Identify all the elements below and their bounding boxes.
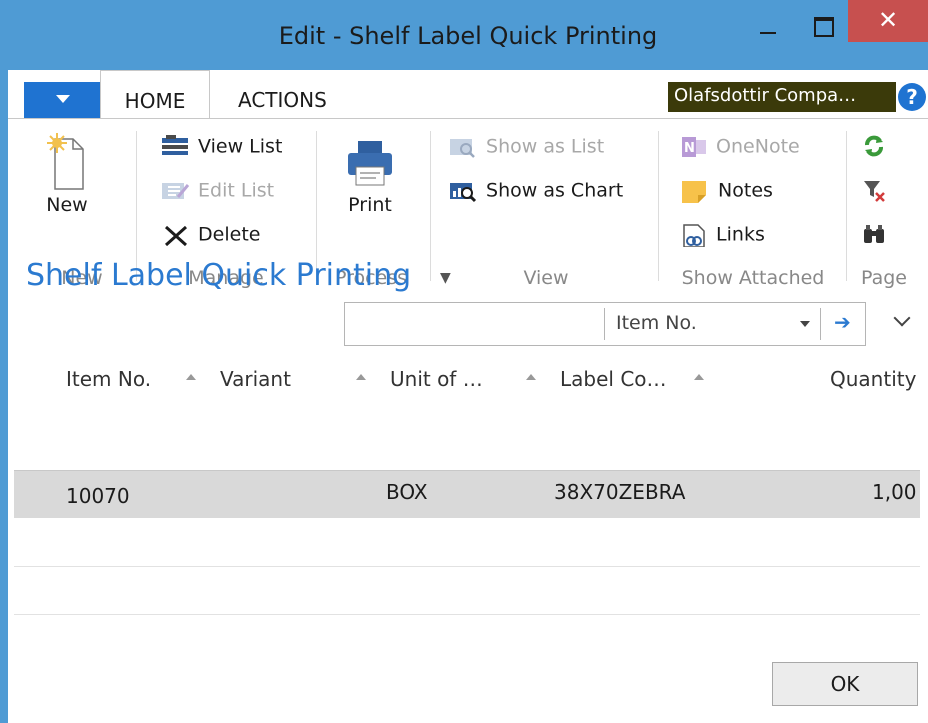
- clear-filter-button[interactable]: [862, 177, 886, 203]
- tab-home[interactable]: HOME: [100, 70, 210, 118]
- help-icon[interactable]: ?: [898, 83, 926, 111]
- column-header-variant[interactable]: Variant: [220, 367, 291, 391]
- search-input[interactable]: [344, 302, 866, 346]
- show-as-chart-icon: [450, 183, 477, 203]
- cell-quantity[interactable]: 1,00: [872, 480, 917, 504]
- ribbon-tab-row: HOME ACTIONS Olafsdottir Compa… ?: [8, 70, 928, 118]
- binoculars-icon: [864, 225, 884, 243]
- print-button-label: Print: [348, 194, 392, 216]
- cell-unit-of-measure[interactable]: BOX: [386, 480, 428, 504]
- delete-label: Delete: [198, 223, 261, 246]
- maximize-button[interactable]: [800, 0, 844, 44]
- ribbon-separator: [658, 131, 659, 281]
- onenote-label: OneNote: [716, 135, 800, 158]
- view-list-label: View List: [198, 135, 283, 158]
- sort-icon: [526, 374, 536, 380]
- edit-list-label: Edit List: [198, 179, 275, 202]
- new-button-label: New: [46, 194, 88, 216]
- row-divider: [14, 566, 920, 567]
- printer-icon: [348, 141, 392, 186]
- column-header-label-code[interactable]: Label Co…: [560, 367, 667, 391]
- onenote-icon: N: [682, 137, 706, 157]
- print-button[interactable]: Print: [330, 133, 410, 216]
- cell-label-code[interactable]: 38X70ZEBRA: [554, 480, 685, 504]
- notes-label: Notes: [718, 179, 773, 202]
- delete-icon: [164, 225, 188, 247]
- show-as-chart-button[interactable]: Show as Chart: [448, 179, 623, 203]
- delete-button[interactable]: Delete: [160, 223, 260, 247]
- page-title-dropdown-icon[interactable]: ▼: [440, 270, 451, 286]
- new-document-icon: [47, 133, 84, 190]
- view-list-button[interactable]: View List: [160, 135, 282, 159]
- column-header-item-no[interactable]: Item No.: [66, 367, 151, 391]
- group-label-show-attached: Show Attached: [681, 267, 825, 289]
- search-field-selector[interactable]: Item No.: [616, 312, 697, 334]
- column-header-quantity[interactable]: Quantity: [830, 367, 916, 391]
- onenote-button[interactable]: N OneNote: [680, 135, 800, 159]
- notes-button[interactable]: Notes: [680, 179, 773, 203]
- search-divider: [604, 308, 605, 340]
- close-button[interactable]: ✕: [848, 0, 928, 42]
- tab-actions[interactable]: ACTIONS: [238, 70, 348, 118]
- show-as-list-icon: [450, 139, 475, 158]
- clear-filter-icon: [864, 181, 885, 202]
- sort-icon: [356, 374, 366, 380]
- group-label-view: View: [523, 267, 569, 289]
- company-badge[interactable]: Olafsdottir Compa…: [668, 82, 896, 112]
- refresh-icon: [865, 135, 883, 157]
- close-icon: ✕: [877, 6, 899, 34]
- show-as-chart-label: Show as Chart: [486, 179, 624, 202]
- page-title: Shelf Label Quick Printing: [26, 258, 412, 293]
- client-area: HOME ACTIONS Olafsdottir Compa… ? New Ne…: [8, 70, 928, 723]
- sort-icon: [694, 374, 704, 380]
- links-icon: [683, 224, 705, 247]
- row-divider: [14, 614, 920, 615]
- new-button[interactable]: New: [32, 133, 102, 216]
- minimize-button[interactable]: [746, 0, 790, 44]
- ok-button[interactable]: OK: [772, 662, 918, 706]
- search-field-dropdown-icon[interactable]: [800, 321, 810, 327]
- refresh-button[interactable]: [862, 133, 886, 159]
- app-menu-button[interactable]: [24, 82, 102, 118]
- links-button[interactable]: Links: [680, 223, 765, 247]
- show-as-list-button[interactable]: Show as List: [448, 135, 604, 159]
- search-go-icon[interactable]: ➔: [834, 310, 851, 334]
- notes-icon: [682, 181, 706, 203]
- column-header-unit-of-measure[interactable]: Unit of …: [390, 367, 483, 391]
- links-label: Links: [716, 223, 765, 246]
- table-row[interactable]: [14, 470, 920, 518]
- cell-item-no[interactable]: 10070: [66, 484, 130, 508]
- search-divider: [820, 308, 821, 340]
- svg-text:N: N: [684, 141, 695, 156]
- view-list-icon: [162, 135, 188, 155]
- edit-list-button[interactable]: Edit List: [160, 179, 274, 203]
- window-title: Edit - Shelf Label Quick Printing: [278, 22, 658, 50]
- sort-icon: [186, 374, 196, 380]
- ribbon-separator: [846, 131, 847, 281]
- ribbon-separator: [430, 131, 431, 281]
- show-as-list-label: Show as List: [486, 135, 605, 158]
- find-button[interactable]: [862, 221, 886, 247]
- group-label-page: Page: [861, 267, 907, 289]
- title-bar[interactable]: Edit - Shelf Label Quick Printing ✕: [8, 0, 928, 70]
- edit-list-icon: [162, 183, 190, 199]
